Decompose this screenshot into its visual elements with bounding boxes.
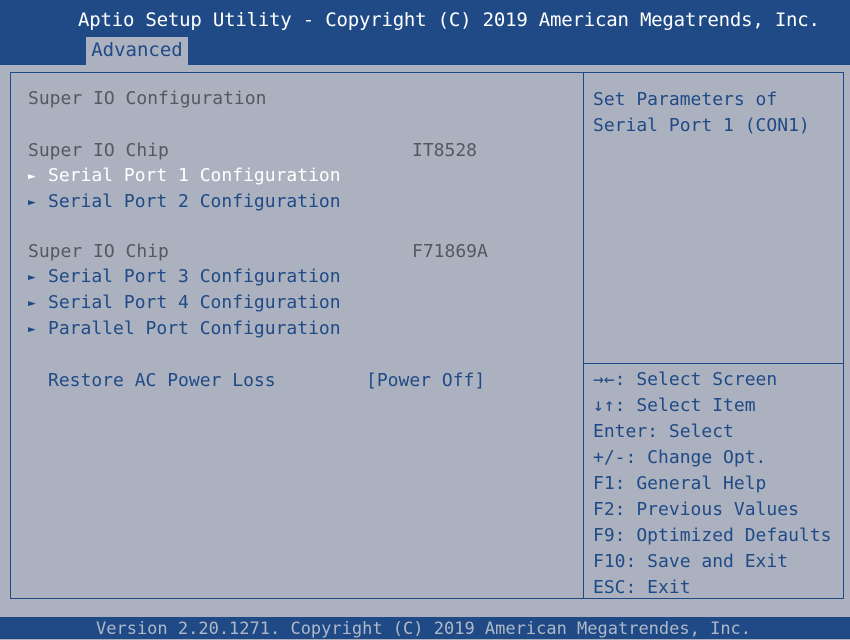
- submenu-arrow-icon: ►: [28, 270, 36, 285]
- restore-ac-power-loss-value[interactable]: [Power Off]: [366, 369, 485, 393]
- menu-serial-port-2-label: Serial Port 2 Configuration: [48, 191, 341, 212]
- menu-serial-port-2[interactable]: ► Serial Port 2 Configuration: [28, 190, 341, 215]
- key-hint-optimized-defaults: F9: Optimized Defaults: [593, 525, 832, 546]
- key-hint-select-screen: →←: Select Screen: [593, 369, 778, 390]
- key-hint-exit: ESC: Exit: [593, 577, 691, 598]
- key-hint-change-opt: +/-: Change Opt.: [593, 447, 767, 468]
- panel-divider: [583, 72, 584, 599]
- help-divider: [583, 363, 844, 364]
- submenu-arrow-icon: ►: [28, 322, 36, 337]
- restore-ac-power-loss-label: Restore AC Power Loss: [48, 370, 276, 391]
- menu-serial-port-3[interactable]: ► Serial Port 3 Configuration: [28, 265, 341, 290]
- key-hint-enter: Enter: Select: [593, 421, 734, 442]
- menu-serial-port-1[interactable]: ► Serial Port 1 Configuration: [28, 164, 341, 189]
- key-hint-general-help: F1: General Help: [593, 473, 767, 494]
- menu-serial-port-4[interactable]: ► Serial Port 4 Configuration: [28, 291, 341, 316]
- tab-advanced[interactable]: Advanced: [86, 37, 188, 65]
- menu-serial-port-3-label: Serial Port 3 Configuration: [48, 266, 341, 287]
- help-description-line-1: Set Parameters of: [593, 89, 778, 110]
- help-description-line-2: Serial Port 1 (CON1): [593, 115, 810, 136]
- key-hint-select-item: ↓↑: Select Item: [593, 395, 756, 416]
- super-io-chip-2-value: F71869A: [412, 241, 488, 262]
- menu-parallel-port[interactable]: ► Parallel Port Configuration: [28, 317, 341, 342]
- super-io-chip-2-label: Super IO Chip: [28, 241, 169, 262]
- submenu-arrow-icon: ►: [28, 296, 36, 311]
- section-title: Super IO Configuration: [28, 88, 267, 109]
- key-hint-previous-values: F2: Previous Values: [593, 499, 799, 520]
- header-bar: Aptio Setup Utility - Copyright (C) 2019…: [0, 0, 850, 65]
- super-io-chip-1-value: IT8528: [412, 140, 478, 161]
- submenu-arrow-icon: ►: [28, 195, 36, 210]
- super-io-chip-1-label: Super IO Chip: [28, 140, 169, 161]
- key-hint-save-exit: F10: Save and Exit: [593, 551, 789, 572]
- menu-serial-port-1-label: Serial Port 1 Configuration: [48, 165, 341, 186]
- menu-parallel-port-label: Parallel Port Configuration: [48, 318, 341, 339]
- submenu-arrow-icon: ►: [28, 169, 36, 184]
- version-text: Version 2.20.1271. Copyright (C) 2019 Am…: [96, 619, 752, 639]
- footer-bar: Version 2.20.1271. Copyright (C) 2019 Am…: [0, 617, 850, 639]
- menu-serial-port-4-label: Serial Port 4 Configuration: [48, 292, 341, 313]
- app-title: Aptio Setup Utility - Copyright (C) 2019…: [78, 9, 820, 31]
